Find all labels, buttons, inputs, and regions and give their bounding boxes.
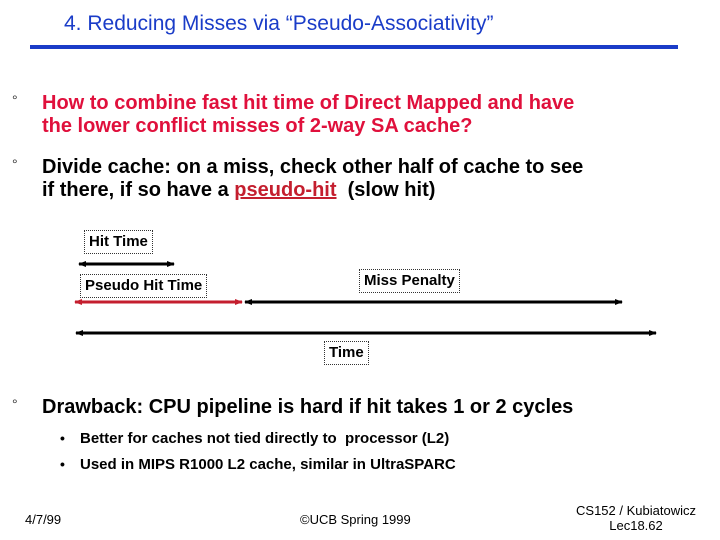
footer-copyright: ©UCB Spring 1999 <box>300 512 411 527</box>
footer-course: CS152 / Kubiatowicz Lec18.62 <box>566 503 706 533</box>
bullet-marker: ° <box>12 396 18 412</box>
footer-date: 4/7/99 <box>25 512 62 527</box>
pseudo-hit-time-label: Pseudo Hit Time <box>80 274 208 298</box>
hit-time-label: Hit Time <box>84 230 153 254</box>
subbullet-text: Used in MIPS R1000 L2 cache, similar in … <box>80 456 456 473</box>
subbullet-marker: • <box>60 456 65 472</box>
subbullet-mips: • Used in MIPS R1000 L2 cache, similar i… <box>60 456 456 473</box>
subbullet-l2: • Better for caches not tied directly to… <box>60 430 450 447</box>
subbullet-marker: • <box>60 430 65 446</box>
footer-lecture-number: Lec18.62 <box>609 518 663 533</box>
subbullet-text: Better for caches not tied directly to p… <box>80 430 450 447</box>
miss-penalty-label: Miss Penalty <box>359 269 460 293</box>
footer-course-name: CS152 / Kubiatowicz <box>576 503 696 518</box>
time-label: Time <box>324 341 369 365</box>
bullet-drawback: ° Drawback: CPU pipeline is hard if hit … <box>12 396 574 419</box>
bullet-drawback-text: Drawback: CPU pipeline is hard if hit ta… <box>42 396 574 418</box>
